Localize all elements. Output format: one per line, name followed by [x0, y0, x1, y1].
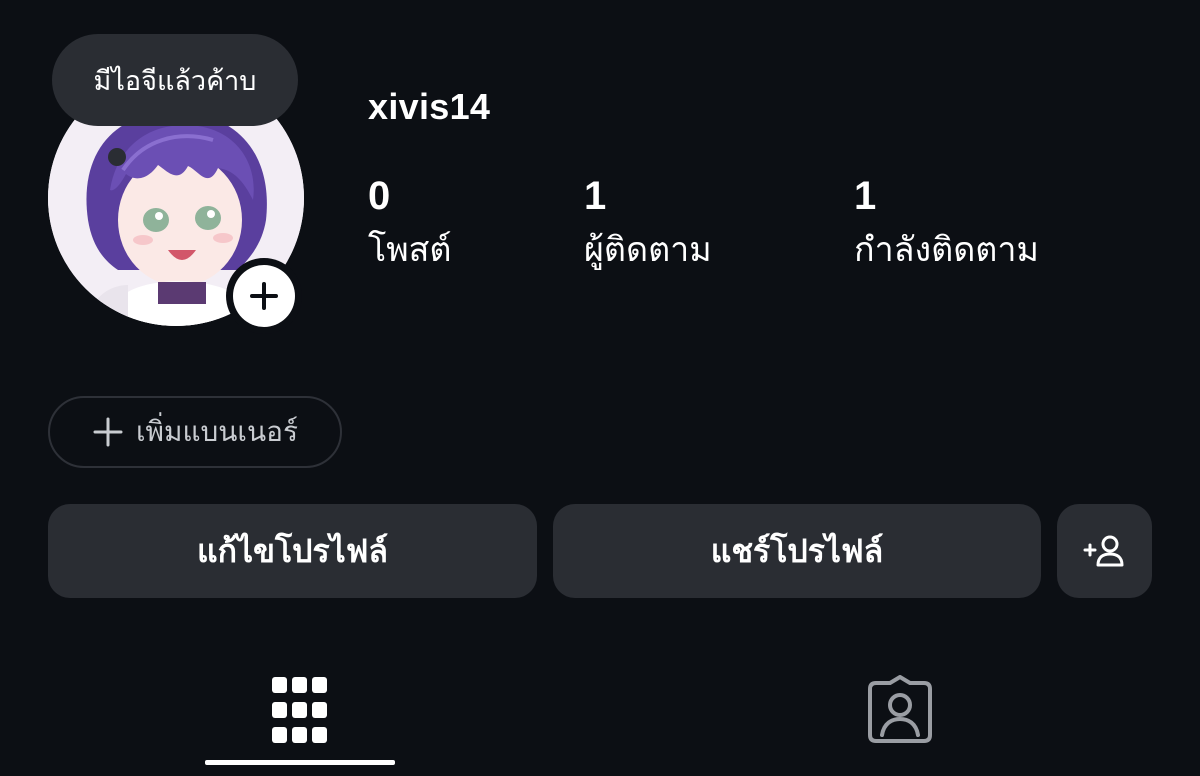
- posts-label: โพสต์: [368, 230, 452, 270]
- add-banner-button[interactable]: เพิ่มแบนเนอร์: [48, 396, 342, 468]
- followers-label: ผู้ติดตาม: [584, 230, 712, 270]
- add-story-button-inner: [233, 265, 295, 327]
- plus-icon: [93, 417, 123, 447]
- following-label: กำลังติดตาม: [854, 230, 1039, 270]
- tab-tagged[interactable]: [805, 650, 995, 770]
- edit-profile-label: แก้ไขโปรไฟล์: [196, 531, 388, 570]
- add-banner-label: เพิ่มแบนเนอร์: [135, 415, 298, 448]
- followers-count: 1: [584, 174, 607, 218]
- plus-icon: [250, 282, 278, 310]
- stat-posts[interactable]: 0 โพสต์: [368, 172, 452, 274]
- grid-icon: [272, 677, 327, 743]
- share-profile-label: แชร์โปรไฟล์: [710, 531, 884, 570]
- note-bubble-tail: [108, 148, 126, 166]
- edit-profile-button[interactable]: แก้ไขโปรไฟล์: [48, 504, 537, 598]
- stat-following[interactable]: 1 กำลังติดตาม: [854, 172, 1039, 274]
- tab-posts-grid[interactable]: [205, 650, 395, 770]
- posts-count: 0: [368, 174, 391, 218]
- share-profile-button[interactable]: แชร์โปรไฟล์: [553, 504, 1041, 598]
- tagged-icon: [868, 675, 932, 743]
- stat-followers[interactable]: 1 ผู้ติดตาม: [584, 172, 712, 274]
- following-count: 1: [854, 174, 877, 218]
- active-tab-indicator: [205, 760, 395, 765]
- add-person-icon: [1083, 535, 1123, 567]
- add-story-button[interactable]: [226, 258, 302, 334]
- profile-page: มีไอจีแล้วค้าบ xivis14 0 โพสต์ 1 ผู้ติดต…: [0, 0, 1200, 776]
- add-person-button[interactable]: [1057, 504, 1152, 598]
- note-bubble[interactable]: มีไอจีแล้วค้าบ: [52, 34, 298, 126]
- username: xivis14: [368, 86, 491, 127]
- note-text: มีไอจีแล้วค้าบ: [93, 65, 257, 97]
